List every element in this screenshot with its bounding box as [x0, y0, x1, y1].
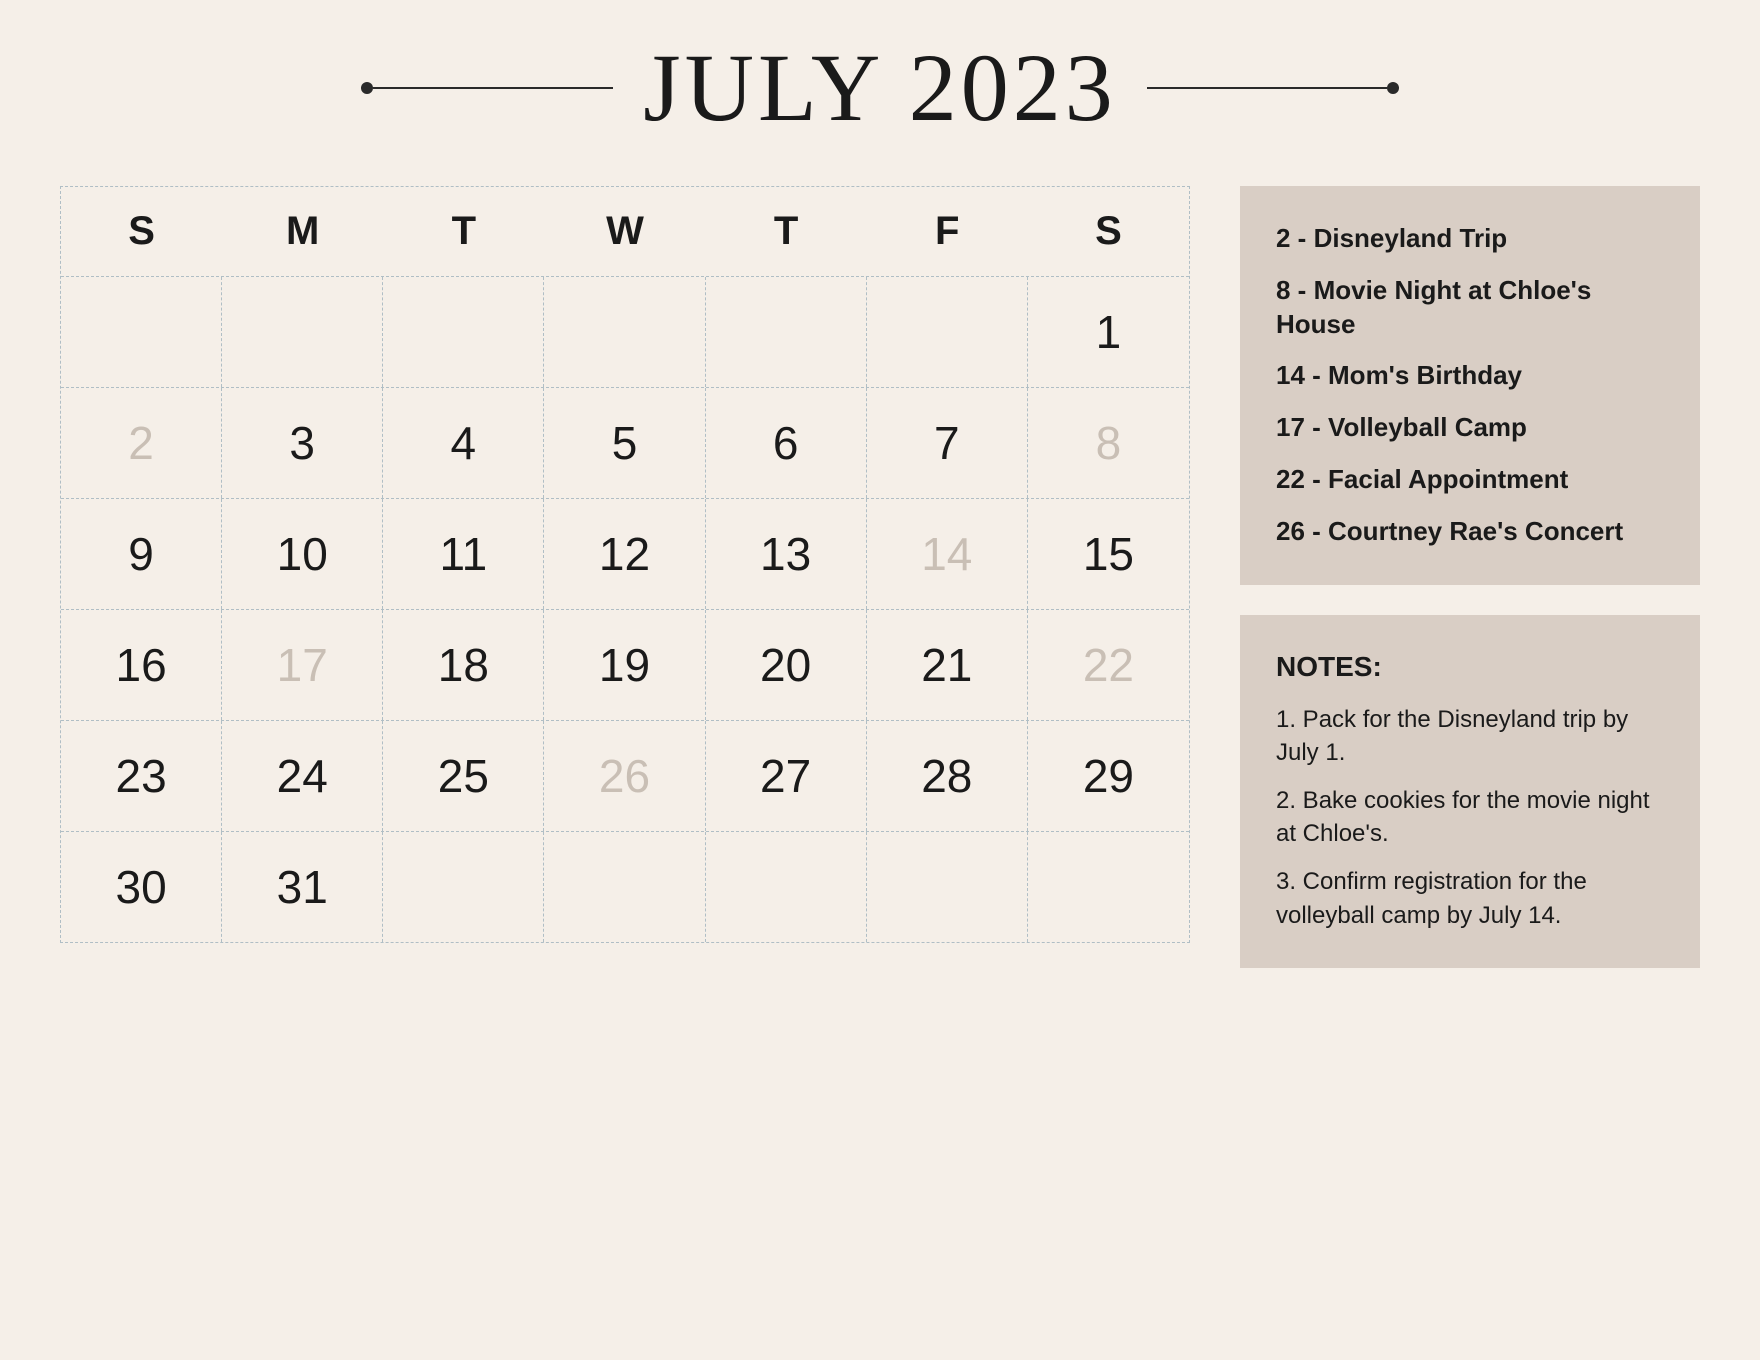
- calendar-cell-empty: [383, 277, 544, 387]
- calendar-cell-empty: [867, 832, 1028, 942]
- calendar-day-4: 4: [383, 388, 544, 498]
- calendar-day-26: 26: [544, 721, 705, 831]
- calendar-day-12: 12: [544, 499, 705, 609]
- day-header-fri: F: [867, 187, 1028, 276]
- calendar-cell-empty: [706, 832, 867, 942]
- calendar-header-row: S M T W T F S: [61, 187, 1189, 277]
- calendar-cell-empty: [867, 277, 1028, 387]
- calendar-day-28: 28: [867, 721, 1028, 831]
- calendar-cell-empty: [383, 832, 544, 942]
- calendar-day-27: 27: [706, 721, 867, 831]
- day-header-sat: S: [1028, 187, 1189, 276]
- calendar-day-11: 11: [383, 499, 544, 609]
- calendar-body: 1 2 3 4 5 6 7 8 9 10 11 12 13 14 15: [61, 277, 1189, 942]
- event-item-1: 2 - Disneyland Trip: [1276, 222, 1664, 256]
- calendar-day-3: 3: [222, 388, 383, 498]
- notes-title: NOTES:: [1276, 651, 1664, 683]
- calendar-day-30: 30: [61, 832, 222, 942]
- day-header-wed: W: [544, 187, 705, 276]
- calendar-day-20: 20: [706, 610, 867, 720]
- note-item-1: 1. Pack for the Disneyland trip by July …: [1276, 703, 1664, 770]
- event-item-2: 8 - Movie Night at Chloe's House: [1276, 274, 1664, 342]
- calendar-day-31: 31: [222, 832, 383, 942]
- calendar-row-5: 23 24 25 26 27 28 29: [61, 721, 1189, 832]
- event-item-3: 14 - Mom's Birthday: [1276, 359, 1664, 393]
- calendar-day-9: 9: [61, 499, 222, 609]
- day-header-tue: T: [383, 187, 544, 276]
- calendar-day-15: 15: [1028, 499, 1189, 609]
- calendar-cell-empty: [222, 277, 383, 387]
- calendar: S M T W T F S 1 2 3 4 5: [60, 186, 1190, 943]
- calendar-cell-empty: [61, 277, 222, 387]
- calendar-day-6: 6: [706, 388, 867, 498]
- events-box: 2 - Disneyland Trip 8 - Movie Night at C…: [1240, 186, 1700, 585]
- header-line-left: [361, 82, 613, 94]
- day-header-sun: S: [61, 187, 222, 276]
- calendar-day-22: 22: [1028, 610, 1189, 720]
- calendar-row-6: 30 31: [61, 832, 1189, 942]
- calendar-row-3: 9 10 11 12 13 14 15: [61, 499, 1189, 610]
- page-header: JULY 2023: [60, 40, 1700, 136]
- calendar-cell-empty: [544, 277, 705, 387]
- event-item-6: 26 - Courtney Rae's Concert: [1276, 515, 1664, 549]
- calendar-day-29: 29: [1028, 721, 1189, 831]
- calendar-day-1: 1: [1028, 277, 1189, 387]
- calendar-day-16: 16: [61, 610, 222, 720]
- left-line-segment: [373, 87, 613, 89]
- calendar-day-7: 7: [867, 388, 1028, 498]
- calendar-day-13: 13: [706, 499, 867, 609]
- calendar-day-17: 17: [222, 610, 383, 720]
- note-item-2: 2. Bake cookies for the movie night at C…: [1276, 784, 1664, 851]
- day-header-mon: M: [222, 187, 383, 276]
- calendar-row-2: 2 3 4 5 6 7 8: [61, 388, 1189, 499]
- calendar-cell-empty: [706, 277, 867, 387]
- day-header-thu: T: [706, 187, 867, 276]
- calendar-day-8: 8: [1028, 388, 1189, 498]
- sidebar: 2 - Disneyland Trip 8 - Movie Night at C…: [1240, 186, 1700, 968]
- main-content: S M T W T F S 1 2 3 4 5: [60, 186, 1700, 968]
- calendar-day-23: 23: [61, 721, 222, 831]
- calendar-cell-empty: [1028, 832, 1189, 942]
- right-line-segment: [1147, 87, 1387, 89]
- calendar-day-25: 25: [383, 721, 544, 831]
- calendar-day-18: 18: [383, 610, 544, 720]
- event-item-4: 17 - Volleyball Camp: [1276, 411, 1664, 445]
- calendar-cell-empty: [544, 832, 705, 942]
- calendar-day-5: 5: [544, 388, 705, 498]
- header-line-right: [1147, 82, 1399, 94]
- notes-box: NOTES: 1. Pack for the Disneyland trip b…: [1240, 615, 1700, 969]
- calendar-day-21: 21: [867, 610, 1028, 720]
- header-dot-left: [361, 82, 373, 94]
- calendar-day-24: 24: [222, 721, 383, 831]
- page-title: JULY 2023: [643, 40, 1116, 136]
- calendar-day-10: 10: [222, 499, 383, 609]
- calendar-row-4: 16 17 18 19 20 21 22: [61, 610, 1189, 721]
- calendar-day-19: 19: [544, 610, 705, 720]
- note-item-3: 3. Confirm registration for the volleyba…: [1276, 865, 1664, 932]
- calendar-day-14: 14: [867, 499, 1028, 609]
- calendar-day-2: 2: [61, 388, 222, 498]
- header-dot-right: [1387, 82, 1399, 94]
- calendar-row-1: 1: [61, 277, 1189, 388]
- event-item-5: 22 - Facial Appointment: [1276, 463, 1664, 497]
